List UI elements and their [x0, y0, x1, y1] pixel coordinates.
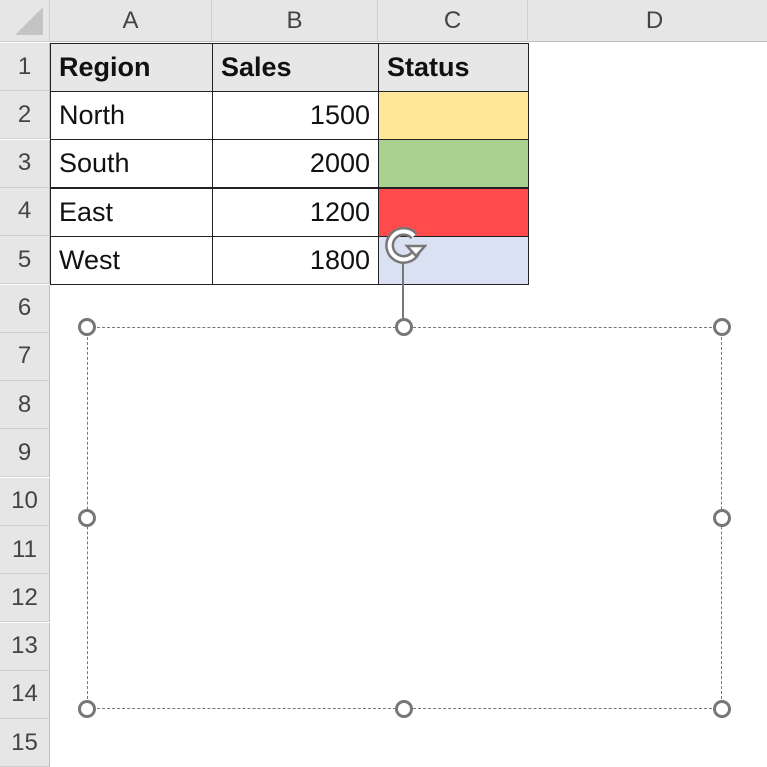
row-header-12[interactable]: 12 — [0, 574, 50, 623]
column-header-b[interactable]: B — [212, 0, 378, 42]
column-header-c[interactable]: C — [378, 0, 528, 42]
cell-region[interactable]: West — [50, 235, 213, 285]
resize-handle-bottom[interactable] — [395, 700, 413, 718]
resize-handle-top-right[interactable] — [713, 318, 731, 336]
row-header-5[interactable]: 5 — [0, 236, 50, 285]
row-header-2[interactable]: 2 — [0, 91, 50, 140]
cell-region[interactable]: South — [50, 139, 213, 189]
column-header-d[interactable]: D — [528, 0, 767, 42]
resize-handle-left[interactable] — [78, 509, 96, 527]
row-header-9[interactable]: 9 — [0, 429, 50, 478]
cell-sales[interactable]: 2000 — [212, 139, 379, 189]
cell-sales[interactable]: 1500 — [212, 91, 379, 140]
row-header-10[interactable]: 10 — [0, 477, 50, 526]
cell-sales[interactable]: 1800 — [212, 235, 379, 285]
row-header-11[interactable]: 11 — [0, 526, 50, 574]
row-header-4[interactable]: 4 — [0, 187, 50, 236]
row-header-6[interactable]: 6 — [0, 284, 50, 333]
cell-b1[interactable]: Sales — [212, 43, 379, 92]
cell-sales[interactable]: 1200 — [212, 187, 379, 237]
row-header-8[interactable]: 8 — [0, 381, 50, 430]
cell-region[interactable]: North — [50, 91, 213, 140]
cell-status[interactable] — [378, 91, 529, 140]
resize-handle-top[interactable] — [395, 318, 413, 336]
column-header-a[interactable]: A — [50, 0, 212, 42]
row-header-3[interactable]: 3 — [0, 139, 50, 188]
row-header-7[interactable]: 7 — [0, 332, 50, 381]
select-all-button[interactable] — [0, 0, 50, 42]
rotate-icon[interactable] — [381, 222, 427, 268]
resize-handle-right[interactable] — [713, 509, 731, 527]
selected-shape[interactable] — [87, 327, 722, 709]
row-header-13[interactable]: 13 — [0, 622, 50, 671]
row-header-1[interactable]: 1 — [0, 43, 50, 91]
resize-handle-bottom-right[interactable] — [713, 700, 731, 718]
cell-region[interactable]: East — [50, 187, 213, 237]
cell-a1[interactable]: Region — [50, 43, 213, 92]
resize-handle-bottom-left[interactable] — [78, 700, 96, 718]
cell-c1[interactable]: Status — [378, 43, 529, 92]
cell-status[interactable] — [378, 139, 529, 189]
resize-handle-top-left[interactable] — [78, 318, 96, 336]
row-header-15[interactable]: 15 — [0, 719, 50, 767]
rotation-handle-stem — [402, 262, 404, 318]
row-header-14[interactable]: 14 — [0, 670, 50, 719]
